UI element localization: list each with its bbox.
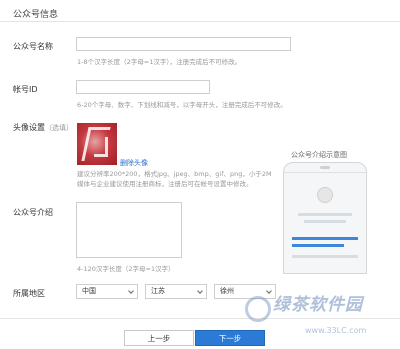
avatar-logo-stroke-2 — [94, 137, 108, 157]
name-input[interactable] — [76, 37, 291, 51]
avatar-label: 头像设置（选填） — [13, 122, 73, 133]
avatar-optional-note: （选填） — [45, 124, 73, 132]
intro-textarea[interactable] — [76, 202, 182, 258]
phone-avatar-placeholder — [317, 187, 333, 203]
preview-caption: 公众号介绍示意图 — [291, 151, 347, 159]
province-select-value: 江苏 — [151, 287, 165, 295]
region-label: 所属地区 — [13, 289, 45, 298]
intro-hint: 4-120汉字长度（2字母=1汉字） — [77, 265, 175, 273]
avatar-label-text: 头像设置 — [13, 123, 45, 132]
delete-avatar-link[interactable]: 删除头像 — [120, 158, 148, 168]
avatar-hint-line-1: 建议分辨率200*200，格式jpg、jpeg、bmp、gif、png，小于2M — [77, 170, 272, 178]
name-hint: 1-8个汉字长度（2字母=1汉字），注册完成后不可修改。 — [77, 58, 242, 66]
phone-speaker — [320, 166, 330, 169]
phone-preview — [283, 162, 367, 274]
phone-text-line — [304, 220, 346, 223]
section-title: 公众号信息 — [13, 10, 59, 20]
chevron-down-icon — [128, 288, 134, 294]
phone-highlight-bar — [292, 244, 344, 247]
city-select-value: 徐州 — [220, 287, 234, 295]
account-id-label: 帐号ID — [13, 85, 38, 94]
phone-text-line — [292, 255, 358, 258]
country-select-value: 中国 — [82, 287, 96, 295]
phone-highlight-bar — [292, 237, 358, 240]
title-divider — [0, 21, 400, 22]
watermark-logo-icon — [245, 296, 271, 322]
phone-text-line — [298, 213, 352, 216]
province-select[interactable]: 江苏 — [145, 284, 207, 299]
watermark-text: 绿茶软件园 — [273, 295, 363, 315]
intro-label: 公众号介绍 — [13, 208, 53, 217]
name-label: 公众号名称 — [13, 42, 53, 51]
account-id-input[interactable] — [76, 80, 210, 94]
phone-status-bar — [284, 163, 366, 173]
watermark-url: www.33LC.com — [305, 326, 367, 335]
avatar-hint-line-2: 媒体与企业建议使用注册商标，注册后可在帐号设置中修改。 — [77, 180, 253, 188]
chevron-down-icon — [197, 288, 203, 294]
country-select[interactable]: 中国 — [76, 284, 138, 299]
account-id-hint: 6-20个字母、数字、下划线和减号，以字母开头，注册完成后不可修改。 — [77, 101, 287, 109]
site-watermark: 绿茶软件园 www.33LC.com — [245, 290, 395, 349]
avatar-image — [77, 123, 117, 165]
prev-step-button[interactable]: 上一步 — [124, 330, 194, 346]
